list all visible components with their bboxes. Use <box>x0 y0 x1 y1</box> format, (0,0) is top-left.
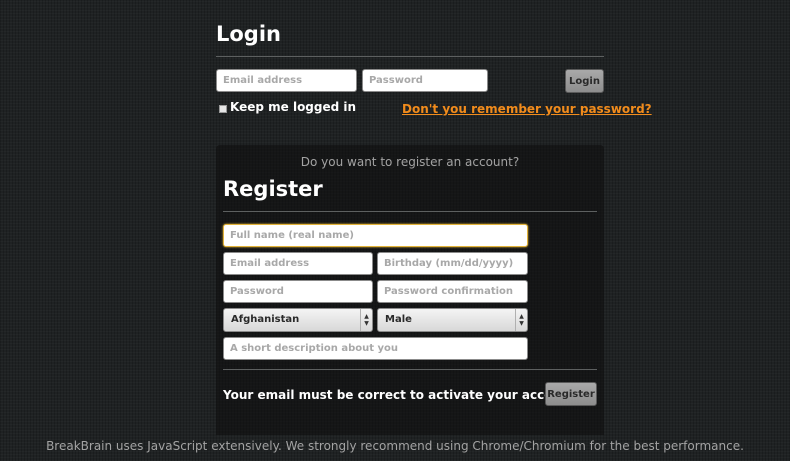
forgot-password-link[interactable]: Don't you remember your password? <box>402 102 652 116</box>
register-password-input[interactable] <box>223 280 373 303</box>
country-select[interactable]: Afghanistan ▲ ▼ <box>223 308 373 332</box>
keep-logged-in-checkbox[interactable] <box>219 105 227 113</box>
register-question: Do you want to register an account? <box>300 155 520 169</box>
password-confirmation-input[interactable] <box>377 280 528 303</box>
birthday-input[interactable] <box>377 252 528 275</box>
login-button[interactable]: Login <box>565 69 604 93</box>
login-title: Login <box>216 22 281 46</box>
register-button[interactable]: Register <box>545 382 597 406</box>
email-activation-note: Your email must be correct to activate y… <box>223 388 576 402</box>
gender-select[interactable]: Male ▲ ▼ <box>377 308 528 332</box>
browser-recommendation-note: BreakBrain uses JavaScript extensively. … <box>46 439 744 453</box>
login-email-input[interactable] <box>216 69 357 92</box>
gender-select-value: Male <box>385 314 412 325</box>
select-arrows-icon: ▲ ▼ <box>360 309 372 331</box>
description-input[interactable] <box>223 337 528 360</box>
login-password-input[interactable] <box>362 69 488 92</box>
register-title: Register <box>223 177 323 201</box>
fullname-input[interactable] <box>223 224 528 247</box>
login-divider <box>216 56 604 57</box>
register-email-input[interactable] <box>223 252 373 275</box>
register-divider-bottom <box>223 369 597 370</box>
country-select-value: Afghanistan <box>231 314 300 325</box>
keep-logged-in-label: Keep me logged in <box>230 100 357 114</box>
select-arrows-icon: ▲ ▼ <box>515 309 527 331</box>
register-divider-top <box>223 211 597 212</box>
